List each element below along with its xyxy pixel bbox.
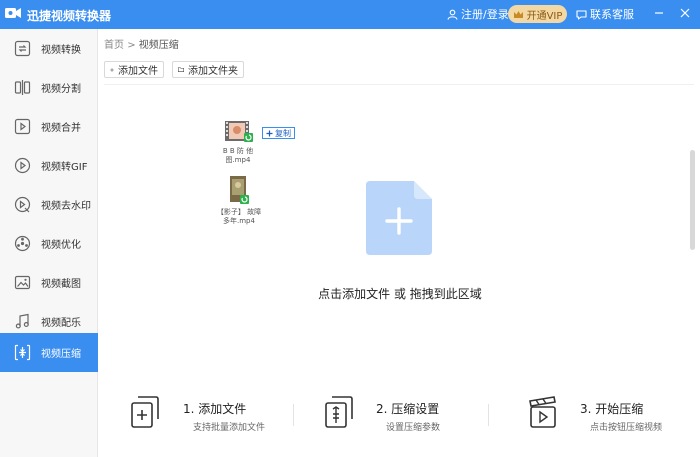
copy-tooltip: 复制 [262,127,295,139]
add-file-dropzone-icon[interactable] [366,181,432,255]
breadcrumb-current: 视频压缩 [138,40,179,51]
step-divider [488,404,489,426]
close-button[interactable] [677,5,693,21]
user-icon [447,9,458,20]
video-file-icon [225,121,253,142]
sidebar-item-label: 视频压缩 [41,349,81,360]
sidebar-item-label: 视频截图 [41,279,81,290]
crown-icon [513,10,523,18]
service-label: 联系客服 [590,8,634,21]
compress-icon [14,344,31,361]
sidebar-item-label: 视频转换 [41,45,81,56]
sidebar-item-video-convert[interactable]: 视频转换 [0,29,98,68]
app-title: 迅捷视频转换器 [27,9,112,23]
close-icon [680,8,690,18]
dropzone-hint[interactable]: 点击添加文件 或 拖拽到此区域 [300,285,500,302]
add-folder-label: 添加文件夹 [188,66,238,77]
gif-icon [14,157,31,174]
video-convert-icon [14,40,31,57]
sidebar: 视频转换 视频分割 视频合并 视频转GIF 视频去水印 视频优化 视频截图 视频… [0,29,98,457]
sidebar-item-label: 视频优化 [41,240,81,251]
file-name-line1: 【影子】 故障 [216,208,262,216]
add-folder-button[interactable]: 添加文件夹 [172,61,244,78]
login-button[interactable]: 注册/登录 [447,6,509,22]
sidebar-item-video-merge[interactable]: 视频合并 [0,107,98,146]
copy-tooltip-label: 复制 [275,128,291,138]
add-file-button[interactable]: 添加文件 [104,61,164,78]
file-name-line2: 图.mp4 [225,156,251,164]
login-label: 注册/登录 [461,8,509,21]
title-bar: 迅捷视频转换器 注册/登录 开通VIP 联系客服 [0,0,700,29]
sidebar-item-label: 视频合并 [41,123,81,134]
sidebar-item-video-optimize[interactable]: 视频优化 [0,224,98,263]
file-name-line1: B B 防 他 [222,147,254,155]
step-desc: 支持批量添加文件 [193,423,266,433]
plus-icon [266,130,273,136]
add-file-label: 添加文件 [118,66,158,77]
sidebar-item-label: 视频去水印 [41,201,91,212]
sidebar-item-label: 视频转GIF [41,162,88,173]
video-file-icon [230,176,249,204]
sidebar-item-label: 视频分割 [41,84,81,95]
music-icon [15,313,29,329]
step-title: 3. 开始压缩 [580,402,644,416]
sidebar-item-video-compress[interactable]: 视频压缩 [0,333,98,372]
start-compress-step-icon [529,396,556,428]
scrollbar[interactable] [690,150,695,250]
step-desc: 设置压缩参数 [386,423,441,433]
optimize-icon [14,235,31,252]
step-title: 1. 添加文件 [183,402,247,416]
minimize-icon [655,12,663,14]
plus-icon [110,67,114,72]
watermark-icon [14,196,31,213]
breadcrumb-separator: > [127,40,136,51]
folder-icon [178,67,184,72]
vip-label: 开通VIP [526,10,563,22]
contact-service-button[interactable]: 联系客服 [576,6,634,22]
sidebar-item-video-split[interactable]: 视频分割 [0,68,98,107]
app-logo-icon [5,8,21,18]
add-file-step-icon [131,396,159,428]
minimize-button[interactable] [651,5,667,21]
split-icon [14,80,31,95]
file-name-line2: 多年.mp4 [223,217,255,225]
vip-button[interactable]: 开通VIP [508,5,567,23]
step-desc: 点击按钮压缩视频 [590,423,663,433]
step-divider [293,404,294,426]
sidebar-item-remove-watermark[interactable]: 视频去水印 [0,185,98,224]
chat-icon [576,9,587,20]
sidebar-item-label: 视频配乐 [41,318,81,329]
dragged-file-1[interactable]: B B 防 他 图.mp4 [216,120,260,165]
toolbar-divider [104,84,694,85]
merge-icon [14,118,31,135]
breadcrumb: 首页 > 视频压缩 [104,36,179,51]
screenshot-icon [14,275,31,290]
step-title: 2. 压缩设置 [376,402,440,416]
dragged-file-2[interactable]: 【影子】 故障 多年.mp4 [214,175,264,226]
sidebar-item-video-gif[interactable]: 视频转GIF [0,146,98,185]
compress-settings-step-icon [325,396,353,428]
sidebar-item-video-screenshot[interactable]: 视频截图 [0,263,98,302]
breadcrumb-home[interactable]: 首页 [104,40,124,51]
